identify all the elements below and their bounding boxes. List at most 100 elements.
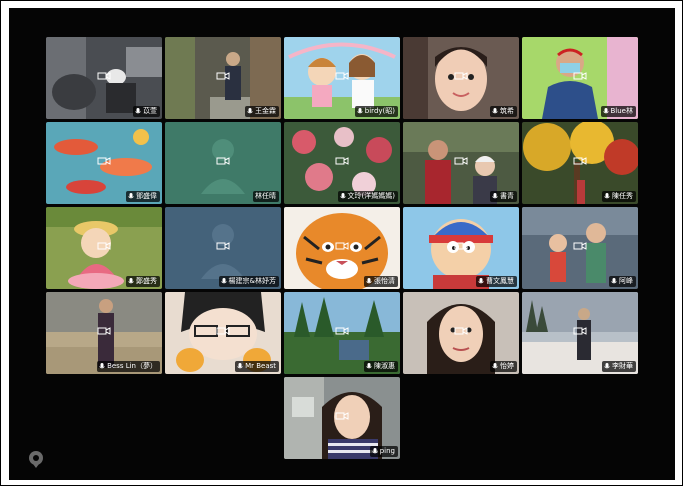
participant-label: 書青 bbox=[490, 191, 517, 202]
participant-name: Bess Lin（夢） bbox=[107, 362, 157, 370]
participant-label: ping bbox=[369, 446, 398, 457]
participant-label: 林任晴 bbox=[253, 191, 279, 202]
participant-tile-9[interactable]: 書青 bbox=[403, 122, 519, 204]
mic-icon bbox=[602, 108, 609, 114]
camera-off-icon bbox=[216, 72, 230, 80]
participant-tile-6[interactable]: 鄧盛偉 bbox=[46, 122, 162, 204]
participant-name: 文玲(洋媽媽媽) bbox=[347, 192, 395, 200]
participant-tile-16[interactable]: Bess Lin（夢） bbox=[46, 292, 162, 374]
participant-tile-11[interactable]: 鄭盛秀 bbox=[46, 207, 162, 289]
mic-icon bbox=[366, 363, 372, 369]
mic-icon bbox=[478, 278, 484, 284]
participant-name: 曹文鳳慧 bbox=[486, 277, 514, 285]
participant-name: 怡婷 bbox=[500, 362, 514, 370]
participant-label: 李財華 bbox=[602, 361, 636, 372]
mic-icon bbox=[128, 193, 134, 199]
participant-name: 筑希 bbox=[500, 107, 514, 115]
camera-off-icon bbox=[335, 327, 349, 335]
participant-label: 苡萱 bbox=[133, 106, 160, 117]
mic-icon bbox=[99, 363, 105, 369]
participant-tile-4[interactable]: 筑希 bbox=[403, 37, 519, 119]
camera-off-icon bbox=[454, 327, 468, 335]
participant-label: 王金霖 bbox=[245, 106, 279, 117]
participant-label: Blue林 bbox=[600, 106, 636, 117]
camera-off-icon bbox=[97, 327, 111, 335]
participant-label: Bess Lin（夢） bbox=[97, 361, 160, 372]
mic-icon bbox=[247, 108, 253, 114]
participant-name: 書青 bbox=[500, 192, 514, 200]
camera-off-icon bbox=[335, 412, 349, 420]
participant-tile-2[interactable]: 王金霖 bbox=[165, 37, 281, 119]
participant-tile-17[interactable]: Mr Beast bbox=[165, 292, 281, 374]
mic-icon bbox=[237, 363, 243, 369]
camera-off-icon bbox=[216, 327, 230, 335]
mic-icon bbox=[128, 278, 134, 284]
participant-name: Mr Beast bbox=[245, 362, 276, 370]
mic-icon bbox=[135, 108, 141, 114]
camera-off-icon bbox=[573, 327, 587, 335]
participant-label: 楊建宗&林妤芳 bbox=[218, 276, 279, 287]
mic-icon bbox=[492, 108, 498, 114]
participant-name: 鄭盛秀 bbox=[136, 277, 157, 285]
participant-tile-1[interactable]: 苡萱 bbox=[46, 37, 162, 119]
participant-tile-10[interactable]: 陳任秀 bbox=[522, 122, 638, 204]
camera-off-icon bbox=[216, 242, 230, 250]
participant-name: 鄧盛偉 bbox=[136, 192, 157, 200]
camera-off-icon bbox=[454, 157, 468, 165]
mic-icon bbox=[220, 278, 227, 284]
participant-label: 鄭盛秀 bbox=[126, 276, 160, 287]
participant-tile-12[interactable]: 楊建宗&林妤芳 bbox=[165, 207, 281, 289]
camera-off-icon bbox=[573, 72, 587, 80]
participant-tile-14[interactable]: 曹文鳳慧 bbox=[403, 207, 519, 289]
participant-tile-20[interactable]: 李財華 bbox=[522, 292, 638, 374]
participant-label: 鄧盛偉 bbox=[126, 191, 160, 202]
participant-name: 李財華 bbox=[612, 362, 633, 370]
participant-tile-7[interactable]: 林任晴 bbox=[165, 122, 281, 204]
participant-tile-3[interactable]: birdy(昭) bbox=[284, 37, 400, 119]
mic-icon bbox=[492, 193, 498, 199]
participant-name: 陳任秀 bbox=[612, 192, 633, 200]
camera-off-icon bbox=[573, 157, 587, 165]
window-frame: 苡萱 王金霖 birdy(昭) 筑希 Blue林 鄧盛偉 林任晴 文玲(洋媽媽媽… bbox=[0, 0, 683, 486]
participant-tile-19[interactable]: 怡婷 bbox=[403, 292, 519, 374]
participant-tile-21[interactable]: ping bbox=[284, 377, 400, 459]
participant-name: 楊建宗&林妤芳 bbox=[228, 277, 276, 285]
camera-off-icon bbox=[97, 72, 111, 80]
participant-name: 陳淑惠 bbox=[374, 362, 395, 370]
participant-tile-5[interactable]: Blue林 bbox=[522, 37, 638, 119]
participant-label: 陳任秀 bbox=[602, 191, 636, 202]
participant-label: 陳淑惠 bbox=[364, 361, 398, 372]
participant-label: birdy(昭) bbox=[354, 106, 398, 117]
camera-off-icon bbox=[97, 157, 111, 165]
mic-icon bbox=[611, 278, 617, 284]
participant-tile-13[interactable]: 張怡清 bbox=[284, 207, 400, 289]
participant-label: 文玲(洋媽媽媽) bbox=[337, 191, 398, 202]
mic-icon bbox=[339, 193, 346, 199]
mic-icon bbox=[604, 363, 610, 369]
camera-off-icon bbox=[335, 72, 349, 80]
participant-label: 張怡清 bbox=[364, 276, 398, 287]
participant-tile-8[interactable]: 文玲(洋媽媽媽) bbox=[284, 122, 400, 204]
mic-icon bbox=[604, 193, 610, 199]
participant-name: 林任晴 bbox=[255, 192, 276, 200]
participant-tile-15[interactable]: 阿峰 bbox=[522, 207, 638, 289]
video-grid: 苡萱 王金霖 birdy(昭) 筑希 Blue林 鄧盛偉 林任晴 文玲(洋媽媽媽… bbox=[9, 8, 675, 480]
camera-off-icon bbox=[335, 157, 349, 165]
camera-off-icon bbox=[216, 157, 230, 165]
participant-label: 阿峰 bbox=[609, 276, 636, 287]
participant-name: ping bbox=[379, 447, 395, 455]
participant-label: 曹文鳳慧 bbox=[476, 276, 517, 287]
mic-icon bbox=[357, 108, 363, 114]
app-logo-icon bbox=[29, 451, 43, 468]
mic-icon bbox=[371, 448, 378, 454]
camera-off-icon bbox=[97, 242, 111, 250]
participant-name: 苡萱 bbox=[143, 107, 157, 115]
camera-off-icon bbox=[335, 242, 349, 250]
participant-name: 王金霖 bbox=[255, 107, 276, 115]
mic-icon bbox=[492, 363, 498, 369]
participant-name: 阿峰 bbox=[619, 277, 633, 285]
camera-off-icon bbox=[454, 242, 468, 250]
participant-tile-18[interactable]: 陳淑惠 bbox=[284, 292, 400, 374]
participant-label: Mr Beast bbox=[235, 361, 279, 372]
participant-name: 張怡清 bbox=[374, 277, 395, 285]
